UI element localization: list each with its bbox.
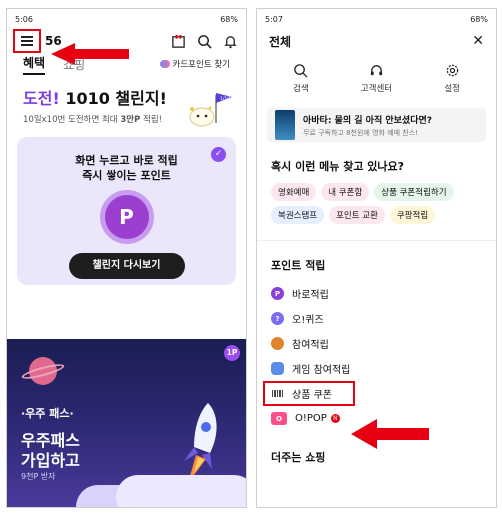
space-pass-logo: ·우주 패스· (21, 407, 74, 420)
quick-search-label: 검색 (293, 84, 309, 94)
challenge-sub-a: 10일x10번 도전하면 최대 (23, 115, 121, 125)
quiz-icon: ? (271, 312, 284, 325)
chip-product-coupon-save[interactable]: 상품 쿠폰적립하기 (374, 183, 454, 201)
menu-item-quiz[interactable]: ? 오!퀴즈 (271, 306, 482, 331)
gamepad-icon (271, 362, 284, 375)
quick-customer-center-label: 고객센터 (360, 84, 393, 94)
banner-subtitle: 9천P 받자 (21, 472, 56, 481)
card-point-label: 카드포인트 찾기 (172, 60, 230, 70)
suggest-title: 혹시 이런 메뉴 찾고 있나요? (271, 160, 405, 173)
menu-item-game[interactable]: 게임 참여적립 (271, 356, 482, 381)
suggest-chips: 영화예매 내 쿠폰함 상품 쿠폰적립하기 복권스탬프 포인트 교환 쿠팡적립 (271, 183, 482, 224)
bell-icon[interactable] (223, 34, 238, 49)
space-pass-banner[interactable]: 1P ·우주 패스· 우주패스 가입하고 9천P 받자 (7, 339, 246, 507)
avatar-banner-title: 아바타: 물의 길 아직 안보셨다면? (303, 115, 432, 126)
chip-my-coupons[interactable]: 내 쿠폰함 (321, 183, 370, 201)
menu-header: 전체 ✕ (257, 29, 496, 53)
point-badge: 1P (224, 345, 240, 361)
menu-item-product-coupon[interactable]: 상품 쿠폰 (263, 381, 482, 406)
hamburger-menu-button[interactable] (13, 29, 41, 53)
card-point-icon (159, 60, 170, 68)
search-icon[interactable] (197, 34, 212, 49)
challenge-prefix: 도전! (23, 89, 60, 108)
avatar-banner-subtitle: 무료 구독하고 8천원에 영화 예매 찬스! (303, 128, 418, 137)
quick-settings-label: 설정 (444, 84, 460, 94)
challenge-retry-button[interactable]: 챌린지 다시보기 (68, 253, 185, 279)
status-battery: 68% (220, 14, 238, 24)
status-bar: 5:07 68% (257, 9, 496, 29)
quick-settings[interactable]: 설정 (422, 63, 482, 94)
gear-icon (446, 64, 458, 77)
menu-item-label: 오!퀴즈 (292, 315, 324, 326)
red-arrow-annotation (51, 43, 129, 65)
menu-item-label: 게임 참여적립 (292, 365, 351, 376)
point-coin-icon: P (104, 195, 149, 239)
menu-item-participate[interactable]: 참여적립 (271, 331, 482, 356)
challenge-section: 도전! 1010 챌린지! 10일x10번 도전하면 최대 3만P 적립! 1/… (7, 75, 246, 127)
card-line-1: 화면 누르고 바로 적립 (75, 154, 178, 167)
quick-customer-center[interactable]: 고객센터 (346, 63, 406, 94)
chip-movie[interactable]: 영화예매 (271, 183, 317, 201)
search-icon (294, 64, 308, 78)
status-battery: 68% (470, 14, 488, 24)
status-bar: 5:06 68% (7, 9, 246, 29)
card-point-link[interactable]: 카드포인트 찾기 (159, 58, 230, 70)
opop-icon: O (271, 412, 287, 425)
chip-coupang[interactable]: 쿠팡적립 (389, 206, 436, 224)
highlight-box (263, 381, 355, 406)
challenge-sub-b: 적립! (140, 115, 163, 125)
quick-search[interactable]: 검색 (271, 63, 331, 94)
tab-benefits[interactable]: 혜택 (23, 54, 46, 75)
p-coin-icon: P (271, 287, 284, 300)
avatar-movie-banner[interactable]: 아바타: 물의 길 아직 안보셨다면? 무료 구독하고 8천원에 영화 예매 찬… (267, 108, 486, 142)
headset-icon (370, 65, 383, 76)
menu-item-instant-earn[interactable]: P 바로적립 (271, 281, 482, 306)
hamburger-icon (21, 36, 33, 46)
left-phone-screen: 5:06 68% 56 혜택 쇼핑 카드포인트 찾기 도전! 1010 챌린지!… (6, 8, 247, 508)
basketball-icon (271, 337, 284, 350)
new-badge: N (330, 414, 340, 423)
menu-item-label: O!POP (295, 413, 327, 424)
menu-item-label: 바로적립 (292, 290, 329, 301)
movie-poster-image (275, 110, 295, 140)
attendance-calendar-icon[interactable] (171, 34, 186, 49)
clouds-decoration (116, 475, 246, 507)
quick-menu: 검색 고객센터 설정 (257, 53, 496, 94)
chip-lottery-stamp[interactable]: 복권스탬프 (271, 206, 325, 224)
chip-point-exchange[interactable]: 포인트 교환 (329, 206, 385, 224)
card-line-2: 즉시 쌓이는 포인트 (82, 169, 171, 182)
banner-title-line2: 가입하고 (21, 451, 80, 470)
right-phone-screen: 5:07 68% 전체 ✕ 검색 고객센터 설정 아바타: 물의 길 아직 안보… (256, 8, 497, 508)
challenge-sub-bold: 3만P (120, 115, 141, 125)
mascot-flag-label: 1/10 (220, 96, 230, 102)
menu-item-label: 참여적립 (292, 340, 329, 351)
point-earn-list: 포인트 적립 P 바로적립 ? 오!퀴즈 참여적립 게임 참여적립 상품 쿠폰 (257, 241, 496, 431)
point-earn-title: 포인트 적립 (271, 259, 326, 272)
check-icon: ✓ (211, 147, 226, 162)
instant-point-card[interactable]: ✓ 화면 누르고 바로 적립 즉시 쌓이는 포인트 P 챌린지 다시보기 (17, 137, 236, 285)
status-time: 5:06 (15, 14, 33, 24)
menu-title: 전체 (269, 34, 292, 49)
close-icon[interactable]: ✕ (472, 33, 484, 49)
challenge-title-text: 1010 챌린지! (59, 89, 167, 108)
suggest-section: 혹시 이런 메뉴 찾고 있나요? 영화예매 내 쿠폰함 상품 쿠폰적립하기 복권… (257, 142, 496, 224)
red-arrow-annotation (351, 419, 429, 449)
status-time: 5:07 (265, 14, 283, 24)
mascot-flag-icon: 1/10 (189, 93, 232, 127)
